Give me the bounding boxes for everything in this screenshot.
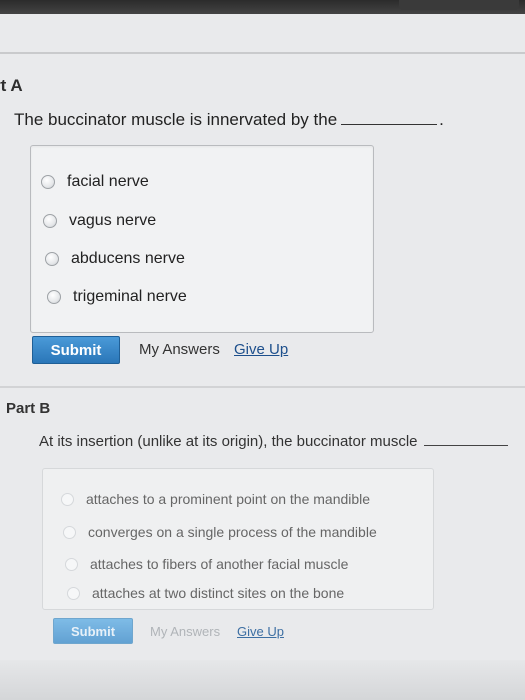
radio-button[interactable] <box>41 175 55 189</box>
option-label: attaches to fibers of another facial mus… <box>90 556 349 572</box>
divider <box>0 52 525 54</box>
option-label: vagus nerve <box>69 212 157 229</box>
part-a-title: rt A <box>0 76 23 95</box>
option-b-2[interactable]: converges on a single process of the man… <box>63 524 377 540</box>
option-abducens-nerve[interactable]: abducens nerve <box>45 250 185 268</box>
part-a-question: The buccinator muscle is innervated by t… <box>14 110 444 130</box>
option-trigeminal-nerve[interactable]: trigeminal nerve <box>47 288 187 306</box>
top-header-bar <box>0 0 525 14</box>
part-b-title: Part B <box>6 400 51 417</box>
answer-blank <box>423 445 508 446</box>
option-label: trigeminal nerve <box>73 288 187 305</box>
part-a-my-answers: My Answers <box>139 341 220 358</box>
part-b-options: attaches to a prominent point on the man… <box>42 468 434 610</box>
part-a-give-up-link[interactable]: Give Up <box>234 341 288 358</box>
option-label: attaches at two distinct sites on the bo… <box>92 585 345 601</box>
part-b-submit-button[interactable]: Submit <box>53 618 133 644</box>
header-tab <box>399 0 519 10</box>
part-a-question-text: The buccinator muscle is innervated by t… <box>14 110 338 129</box>
option-b-3[interactable]: attaches to fibers of another facial mus… <box>65 556 348 572</box>
option-vagus-nerve[interactable]: vagus nerve <box>43 212 156 230</box>
option-label: converges on a single process of the man… <box>88 524 377 540</box>
question-end-punctuation: . <box>439 110 444 129</box>
radio-button[interactable] <box>63 525 76 539</box>
option-b-4[interactable]: attaches at two distinct sites on the bo… <box>67 585 344 601</box>
answer-blank <box>341 124 438 125</box>
radio-button[interactable] <box>45 252 59 266</box>
part-b-my-answers: My Answers <box>150 624 221 639</box>
option-b-1[interactable]: attaches to a prominent point on the man… <box>61 491 370 507</box>
option-label: facial nerve <box>67 173 149 190</box>
option-label: abducens nerve <box>71 250 185 267</box>
radio-button[interactable] <box>67 586 80 600</box>
radio-button[interactable] <box>61 492 74 506</box>
option-facial-nerve[interactable]: facial nerve <box>41 173 149 191</box>
option-label: attaches to a prominent point on the man… <box>86 491 371 507</box>
part-b-give-up-link[interactable]: Give Up <box>237 624 284 639</box>
part-a-submit-button[interactable]: Submit <box>32 336 120 364</box>
part-b-question-text: At its insertion (unlike at its origin),… <box>39 433 418 450</box>
part-b-question: At its insertion (unlike at its origin),… <box>39 433 508 450</box>
radio-button[interactable] <box>65 557 78 571</box>
divider <box>0 386 525 388</box>
radio-button[interactable] <box>43 214 57 228</box>
bottom-area <box>0 660 525 700</box>
part-a-options: facial nerve vagus nerve abducens nerve … <box>30 145 374 333</box>
radio-button[interactable] <box>47 290 61 304</box>
